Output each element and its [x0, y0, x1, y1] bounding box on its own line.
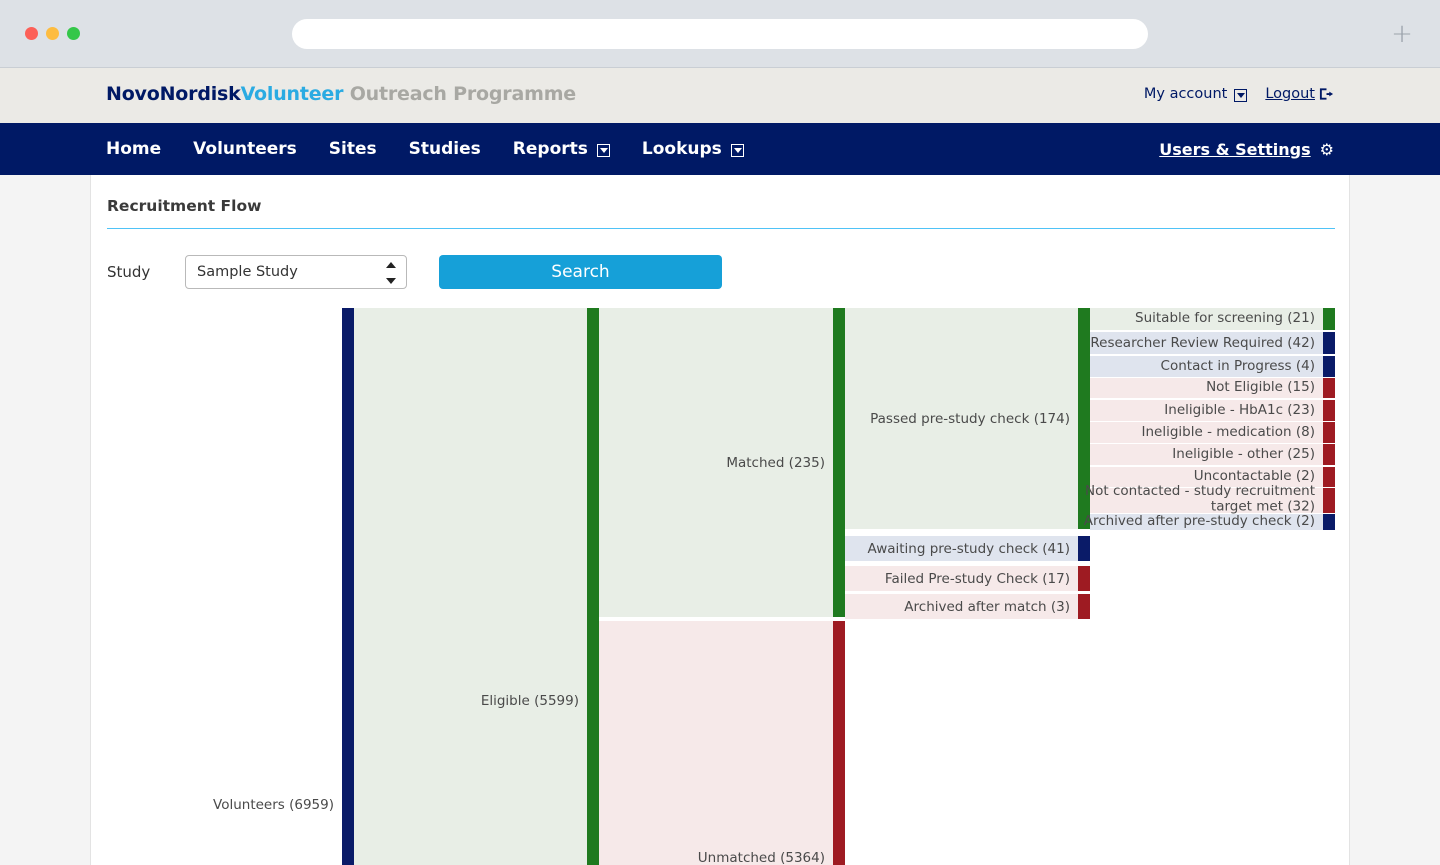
chevron-updown-icon — [386, 262, 396, 284]
sankey-node-suitable-screening[interactable] — [1323, 308, 1335, 330]
sankey-node-awaiting-prestudy[interactable] — [1078, 536, 1090, 561]
sankey-node-matched[interactable] — [833, 308, 845, 617]
sankey-node-label: Suitable for screening (21) — [1135, 310, 1315, 326]
sankey-node-label: Matched (235) — [726, 455, 825, 471]
sankey-node-label: Ineligible - medication (8) — [1142, 424, 1316, 440]
sankey-node-label: Failed Pre-study Check (17) — [885, 571, 1070, 587]
sankey-node-ineligible-hba1c[interactable] — [1323, 400, 1335, 421]
sankey-node-label: Researcher Review Required (42) — [1090, 335, 1315, 351]
logout-link[interactable]: Logout — [1265, 86, 1334, 102]
sankey-node-volunteers[interactable] — [342, 308, 354, 865]
sankey-canvas: Volunteers (6959) Eligible (5599) Matched … — [213, 308, 1335, 865]
sankey-node-archived-after-prestudy[interactable] — [1323, 514, 1335, 530]
logout-icon — [1319, 88, 1334, 100]
main-navigation: Home Volunteers Sites Studies Reports Lookups… — [0, 123, 1440, 175]
sankey-node-contact-in-progress[interactable] — [1323, 356, 1335, 377]
nav-item-studies[interactable]: Studies — [409, 139, 481, 159]
study-select-value: Sample Study — [197, 264, 298, 280]
users-settings-label: Users & Settings — [1159, 139, 1311, 159]
sankey-node-label: Eligible (5599) — [481, 693, 579, 709]
sankey-node-not-eligible[interactable] — [1323, 378, 1335, 398]
sankey-node-label: Archived after pre-study check (2) — [1084, 513, 1315, 529]
sankey-node-label: Not Eligible (15) — [1206, 379, 1315, 395]
sankey-node-label: Volunteers (6959) — [213, 797, 334, 813]
nav-item-label: Sites — [328, 139, 377, 159]
logout-label: Logout — [1265, 86, 1315, 102]
gear-icon: ⚙ — [1319, 139, 1334, 159]
browser-chrome: + — [0, 0, 1440, 68]
maximize-window-icon[interactable] — [67, 27, 80, 40]
nav-item-reports[interactable]: Reports — [513, 139, 610, 159]
sankey-node-label: Uncontactable (2) — [1194, 468, 1315, 484]
title-divider — [107, 228, 1335, 229]
nav-item-label: Reports — [512, 139, 588, 159]
address-bar-input[interactable] — [292, 19, 1148, 49]
study-field-label: Study — [107, 263, 151, 281]
my-account-label: My account — [1143, 86, 1228, 102]
window-controls — [25, 27, 80, 40]
search-button[interactable]: Search — [439, 255, 722, 289]
brand-subtitle: Outreach Programme — [349, 83, 576, 105]
sankey-node-label: Passed pre-study check (174) — [870, 411, 1070, 427]
sankey-node-label: Unmatched (5364) — [698, 850, 825, 865]
sankey-node-failed-prestudy[interactable] — [1078, 566, 1090, 591]
chevron-down-icon — [730, 143, 744, 157]
minimize-window-icon[interactable] — [46, 27, 59, 40]
page-title: Recruitment Flow — [107, 197, 262, 215]
nav-item-lookups[interactable]: Lookups — [642, 139, 744, 159]
nav-item-volunteers[interactable]: Volunteers — [193, 139, 297, 159]
filter-bar: Study Sample Study Search — [107, 255, 722, 289]
account-actions: My account Logout — [1144, 86, 1334, 102]
content-panel: Recruitment Flow Study Sample Study Sear… — [90, 175, 1350, 865]
my-account-menu[interactable]: My account — [1143, 86, 1248, 102]
nav-item-home[interactable]: Home — [106, 139, 161, 159]
chevron-down-icon — [1234, 88, 1248, 102]
sankey-node-eligible[interactable] — [587, 308, 599, 865]
sankey-node-label: Ineligible - other (25) — [1172, 446, 1315, 462]
users-settings-link[interactable]: Users & Settings ⚙ — [1159, 123, 1334, 175]
recruitment-flow-sankey: Volunteers (6959) Eligible (5599) Matched … — [91, 308, 1351, 865]
sankey-node-ineligible-medication[interactable] — [1323, 422, 1335, 443]
sankey-node-not-contacted-target-met[interactable] — [1323, 488, 1335, 513]
sankey-link-eligible-unmatched — [599, 621, 833, 865]
nav-item-label: Volunteers — [193, 139, 297, 159]
nav-item-list: Home Volunteers Sites Studies Reports Lookups — [106, 123, 744, 175]
sankey-node-archived-after-match[interactable] — [1078, 594, 1090, 619]
nav-item-sites[interactable]: Sites — [329, 139, 377, 159]
nav-item-label: Home — [106, 139, 162, 159]
sankey-node-researcher-review[interactable] — [1323, 332, 1335, 354]
sankey-node-label: Contact in Progress (4) — [1161, 358, 1315, 374]
sankey-node-unmatched[interactable] — [833, 621, 845, 865]
brand-logo: NovoNordiskVolunteer Outreach Programme — [106, 83, 576, 105]
chevron-down-icon — [596, 143, 610, 157]
sankey-link-volunteers-eligible — [354, 308, 587, 865]
brand-accent: Volunteer — [240, 83, 344, 105]
sankey-node-uncontactable[interactable] — [1323, 467, 1335, 487]
app-header: NovoNordiskVolunteer Outreach Programme … — [0, 68, 1440, 123]
nav-item-label: Lookups — [641, 139, 722, 159]
nav-item-label: Studies — [408, 139, 481, 159]
brand-primary: NovoNordisk — [106, 83, 241, 105]
sankey-node-label: Awaiting pre-study check (41) — [868, 541, 1070, 557]
close-window-icon[interactable] — [25, 27, 38, 40]
new-tab-icon[interactable]: + — [1390, 21, 1414, 47]
study-select[interactable]: Sample Study — [185, 255, 407, 289]
sankey-node-ineligible-other[interactable] — [1323, 444, 1335, 465]
sankey-node-label: Archived after match (3) — [904, 599, 1070, 615]
sankey-node-label: Ineligible - HbA1c (23) — [1164, 402, 1315, 418]
